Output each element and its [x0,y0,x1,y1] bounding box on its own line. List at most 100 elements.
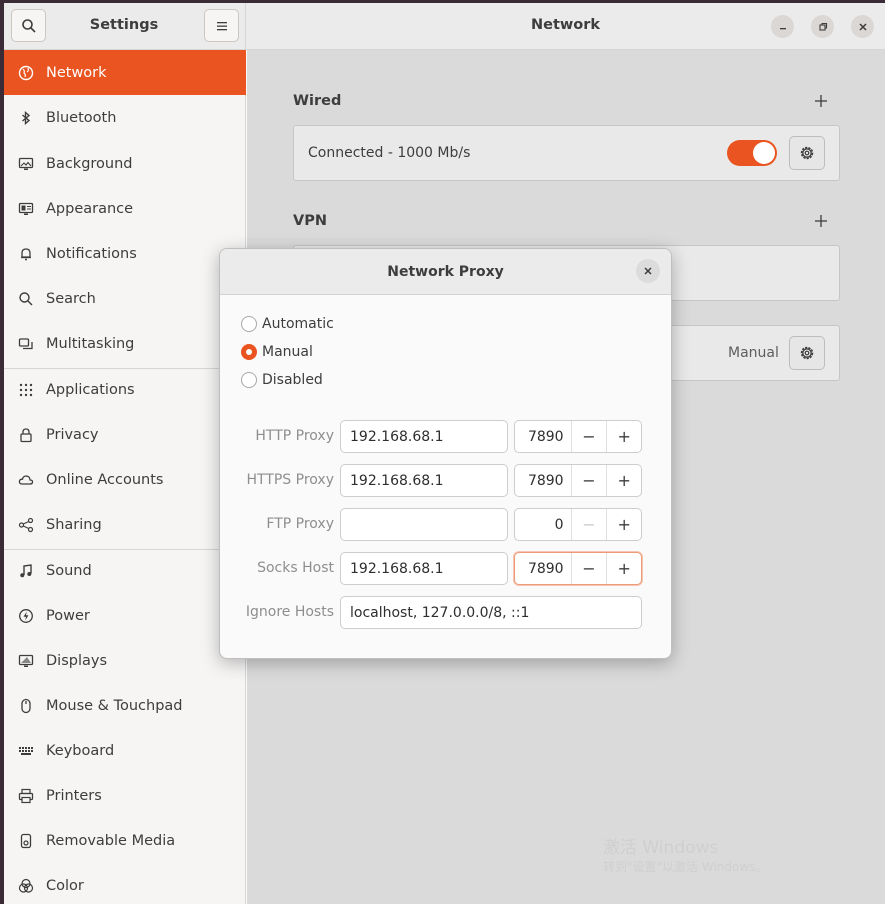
share-icon [17,516,35,534]
sidebar-item-appearance[interactable]: Appearance [4,186,246,231]
sidebar-item-label: Mouse & Touchpad [46,697,183,714]
radio-button-selected[interactable] [241,344,257,360]
close-icon [858,22,867,31]
increment-button[interactable]: + [606,509,641,540]
search-button[interactable] [11,9,46,42]
header-bar: Settings Network [4,3,885,50]
menu-button[interactable] [204,9,239,42]
sidebar-item-label: Privacy [46,426,99,443]
radio-label: Automatic [262,316,334,332]
restore-icon [818,22,827,31]
restore-button[interactable] [811,15,834,38]
port-value[interactable]: 7890 [515,421,572,452]
radio-disabled[interactable]: Disabled [241,372,323,388]
socks-host-input[interactable]: 192.168.68.1 [340,552,508,585]
removable-media-icon [17,832,35,850]
socks-host-label: Socks Host [257,560,334,576]
sidebar-item-bluetooth[interactable]: Bluetooth [4,95,246,140]
ftp-proxy-host-input[interactable] [340,508,508,541]
radio-button[interactable] [241,316,257,332]
sidebar-item-removable-media[interactable]: Removable Media [4,818,246,863]
hamburger-menu-icon [216,21,227,30]
add-vpn-icon[interactable] [813,213,829,229]
http-proxy-port-stepper[interactable]: 7890 − + [514,420,642,453]
wired-section-title: Wired [293,93,342,109]
sidebar-item-displays[interactable]: Displays [4,638,246,683]
https-proxy-port-stepper[interactable]: 7890 − + [514,464,642,497]
app-title: Settings [89,17,159,33]
sidebar-item-label: Bluetooth [46,109,117,126]
sidebar-item-privacy[interactable]: Privacy [4,412,246,457]
sidebar-item-label: Online Accounts [46,471,164,488]
decrement-button[interactable]: − [572,465,607,496]
minimize-icon [779,27,786,29]
increment-button[interactable]: + [606,421,641,452]
wired-connection-card: Connected - 1000 Mb/s [293,125,840,181]
wired-settings-button[interactable] [789,136,825,170]
sidebar-item-color[interactable]: Color [4,863,246,904]
http-proxy-host-input[interactable]: 192.168.68.1 [340,420,508,453]
search-icon [21,18,36,33]
sidebar-item-label: Power [46,607,90,624]
sidebar-item-power[interactable]: Power [4,593,246,638]
radio-label: Manual [262,344,313,360]
bell-icon [17,245,35,263]
sidebar-item-search[interactable]: Search [4,276,246,321]
sidebar-item-label: Removable Media [46,832,176,849]
sidebar-item-keyboard[interactable]: Keyboard [4,728,246,773]
decrement-button[interactable]: − [572,421,607,452]
sidebar-item-notifications[interactable]: Notifications [4,231,246,276]
port-value[interactable]: 7890 [515,465,572,496]
port-value[interactable]: 7890 [515,553,572,584]
sidebar-item-printers[interactable]: Printers [4,773,246,818]
grid-icon [17,381,35,399]
socks-port-stepper[interactable]: 7890 − + [514,552,642,585]
dialog-close-button[interactable] [636,259,660,283]
sidebar-item-label: Search [46,290,96,307]
sidebar-item-background[interactable]: Background [4,141,246,186]
gear-icon [800,346,814,360]
display-icon [17,652,35,670]
sidebar-item-sharing[interactable]: Sharing [4,502,246,547]
decrement-button[interactable]: − [572,553,607,584]
cloud-icon [17,471,35,489]
sidebar-item-applications[interactable]: Applications [4,367,246,412]
ftp-proxy-port-stepper[interactable]: 0 − + [514,508,642,541]
https-proxy-host-input[interactable]: 192.168.68.1 [340,464,508,497]
sidebar-item-mouse-touchpad[interactable]: Mouse & Touchpad [4,683,246,728]
gear-icon [800,146,814,160]
proxy-settings-button[interactable] [789,336,825,370]
sidebar-item-label: Printers [46,787,102,804]
radio-button[interactable] [241,372,257,388]
wired-toggle[interactable] [727,140,777,166]
power-icon [17,607,35,625]
sidebar-item-sound[interactable]: Sound [4,548,246,593]
sidebar-item-network[interactable]: Network [4,50,246,95]
sidebar-item-label: Network [46,64,107,81]
proxy-mode-value: Manual [728,345,779,361]
appearance-icon [17,200,35,218]
sidebar-item-label: Applications [46,381,135,398]
radio-automatic[interactable]: Automatic [241,316,334,332]
search-icon [17,290,35,308]
sidebar-item-label: Multitasking [46,335,135,352]
printer-icon [17,787,35,805]
sidebar-item-label: Keyboard [46,742,115,759]
sidebar-item-multitasking[interactable]: Multitasking [4,321,246,366]
minimize-button[interactable] [771,15,794,38]
radio-manual[interactable]: Manual [241,344,313,360]
toggle-knob [753,142,775,164]
activation-watermark-title: 激活 Windows [603,838,719,858]
add-wired-icon[interactable] [813,93,829,109]
network-icon [17,64,35,82]
https-proxy-label: HTTPS Proxy [246,472,334,488]
increment-button[interactable]: + [606,465,641,496]
close-button[interactable] [851,15,874,38]
decrement-button[interactable]: − [572,509,607,540]
sidebar-item-online-accounts[interactable]: Online Accounts [4,457,246,502]
ignore-hosts-input[interactable]: localhost, 127.0.0.0/8, ::1 [340,596,642,629]
background-icon [17,155,35,173]
port-value[interactable]: 0 [515,509,572,540]
keyboard-icon [17,742,35,760]
increment-button[interactable]: + [606,553,641,584]
